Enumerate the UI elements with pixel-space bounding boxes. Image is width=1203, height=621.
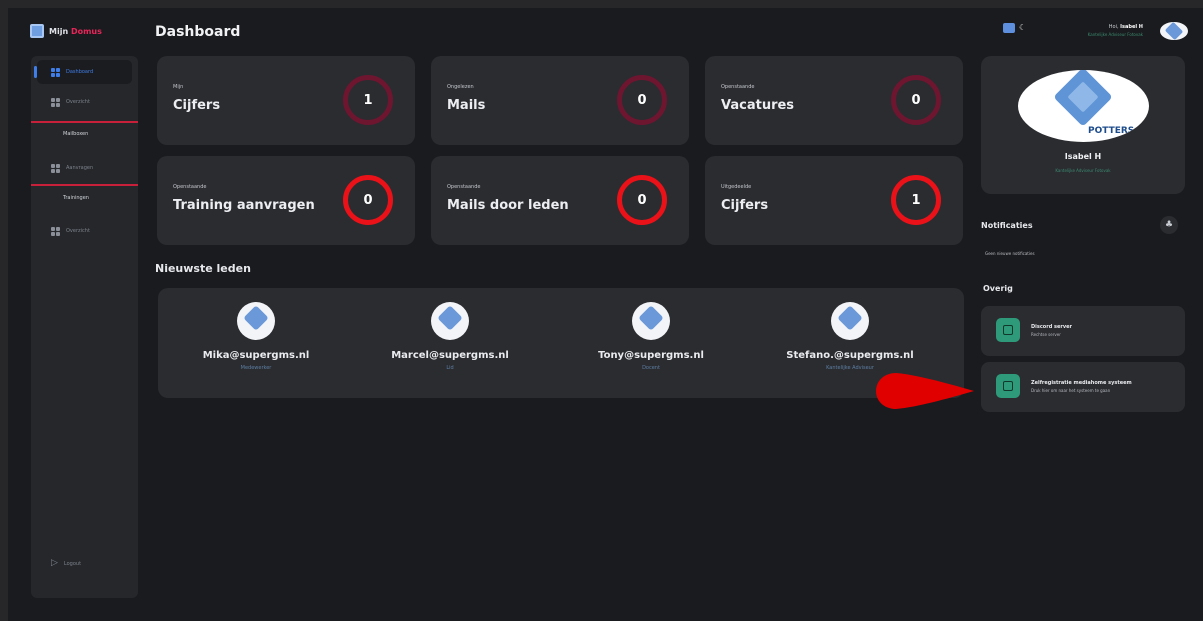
link-description: Rechtse server (1031, 332, 1061, 337)
stat-title: Mails (447, 98, 486, 113)
stat-label: Uitgedeelde (721, 184, 752, 190)
user-role: Kantelijke Adviseur Fotovak (1087, 32, 1143, 37)
member-email: Stefano.@supergms.nl (786, 350, 914, 361)
link-description: Druk hier om naar het systeem te gaan (1031, 388, 1111, 393)
member-item[interactable]: Stefano.@supergms.nl Kantelijke Adviseur (770, 302, 930, 371)
sidebar-section-mailboxen[interactable]: Mailboxen (63, 131, 88, 137)
sidebar-item-label: Overzicht (66, 228, 90, 234)
stat-card-ongelezen-mails[interactable]: Ongelezen Mails 0 (431, 56, 689, 145)
grid-icon (51, 163, 60, 173)
stat-count: 1 (891, 175, 941, 225)
stat-card-training-aanvragen[interactable]: Openstaande Training aanvragen 0 (157, 156, 415, 245)
stat-title: Vacatures (721, 98, 795, 113)
notifications-title: Notificaties (981, 221, 1033, 230)
stat-label: Mijn (173, 84, 184, 90)
sidebar-section-trainingen[interactable]: Trainingen (63, 195, 89, 201)
red-pointer-marker (876, 373, 974, 409)
notifications-empty: Geen nieuwe notificaties (985, 251, 1035, 256)
grid-icon (51, 67, 60, 77)
avatar[interactable] (1160, 22, 1188, 40)
link-title: Discord server (1031, 324, 1072, 330)
grid-icon (51, 226, 60, 236)
discord-link-card[interactable]: Discord server Rechtse server (981, 306, 1185, 356)
brand-name: Mijn Domus (49, 26, 102, 36)
language-flag-icon[interactable] (1003, 23, 1015, 33)
theme-toggle[interactable]: ☾ (1003, 23, 1026, 33)
logout-button[interactable]: ▷ Logout (51, 559, 81, 568)
member-item[interactable]: Mika@supergms.nl Medewerker (176, 302, 336, 371)
sidebar-item-dashboard[interactable]: Dashboard (34, 60, 132, 84)
member-email: Tony@supergms.nl (598, 350, 704, 361)
external-link-icon (996, 374, 1020, 398)
profile-subtitle: Kantelijke Adviseur Fotovak (1055, 168, 1111, 173)
stat-label: Openstaande (447, 184, 481, 190)
member-email: Marcel@supergms.nl (391, 350, 509, 361)
user-info[interactable]: Hoi, Isabel H Kantelijke Adviseur Fotova… (1088, 24, 1143, 37)
company-logo: POTTERS (1018, 70, 1149, 142)
avatar (237, 302, 275, 340)
member-item[interactable]: Tony@supergms.nl Docent (571, 302, 731, 371)
profile-card: POTTERS Isabel H Kantelijke Adviseur Fot… (981, 56, 1185, 194)
stat-count: 0 (617, 175, 667, 225)
stat-card-vacatures[interactable]: Openstaande Vacatures 0 (705, 56, 963, 145)
stat-count: 1 (343, 75, 393, 125)
sidebar-item-label: Overzicht (66, 99, 90, 105)
link-title: Zelfregistratie mediahome systeem (1031, 380, 1132, 386)
stat-title: Cijfers (721, 198, 769, 213)
member-item[interactable]: Marcel@supergms.nl Lid (370, 302, 530, 371)
profile-name: Isabel H (1064, 152, 1102, 161)
stat-title: Training aanvragen (173, 198, 315, 213)
sidebar-item-overzicht-mail[interactable]: Overzicht (37, 90, 132, 114)
user-greeting: Hoi, Isabel H (1108, 24, 1143, 30)
stat-label: Openstaande (173, 184, 207, 190)
sidebar: Dashboard Overzicht Mailboxen Aanvragen … (31, 56, 138, 598)
sidebar-item-label: Dashboard (66, 69, 94, 75)
member-role: Lid (446, 365, 454, 371)
stat-title: Cijfers (173, 98, 221, 113)
stat-title: Mails door leden (447, 198, 569, 213)
avatar (632, 302, 670, 340)
stat-card-mails-door-leden[interactable]: Openstaande Mails door leden 0 (431, 156, 689, 245)
sidebar-divider (31, 121, 138, 123)
grid-icon (51, 97, 60, 107)
member-role: Docent (642, 365, 660, 371)
mediahome-link-card[interactable]: Zelfregistratie mediahome systeem Druk h… (981, 362, 1185, 412)
member-role: Medewerker (240, 365, 272, 371)
stat-count: 0 (343, 175, 393, 225)
stat-count: 0 (891, 75, 941, 125)
bell-icon[interactable]: ♣ (1160, 216, 1178, 234)
stat-label: Openstaande (721, 84, 755, 90)
stat-count: 0 (617, 75, 667, 125)
stat-card-mijn-cijfers[interactable]: Mijn Cijfers 1 (157, 56, 415, 145)
avatar (431, 302, 469, 340)
sidebar-item-label: Aanvragen (66, 165, 94, 171)
sidebar-item-aanvragen[interactable]: Aanvragen (37, 156, 132, 180)
overig-title: Overig (983, 284, 1013, 293)
members-title: Nieuwste leden (155, 262, 251, 275)
active-marker (34, 66, 37, 78)
logout-icon: ▷ (51, 558, 58, 568)
discord-icon (996, 318, 1020, 342)
brand[interactable]: Mijn Domus (30, 24, 102, 38)
stat-label: Ongelezen (447, 84, 474, 90)
moon-icon[interactable]: ☾ (1019, 24, 1026, 32)
logout-label: Logout (63, 560, 82, 567)
sidebar-divider (31, 184, 138, 186)
sidebar-item-overzicht-training[interactable]: Overzicht (37, 219, 132, 243)
brand-logo-icon (30, 24, 44, 38)
member-email: Mika@supergms.nl (202, 350, 310, 361)
stat-card-uitgedeelde-cijfers[interactable]: Uitgedeelde Cijfers 1 (705, 156, 963, 245)
company-logo-text: POTTERS (1088, 126, 1135, 136)
page-title: Dashboard (155, 24, 241, 40)
avatar (831, 302, 869, 340)
members-card: Mika@supergms.nl Medewerker Marcel@super… (158, 288, 964, 398)
